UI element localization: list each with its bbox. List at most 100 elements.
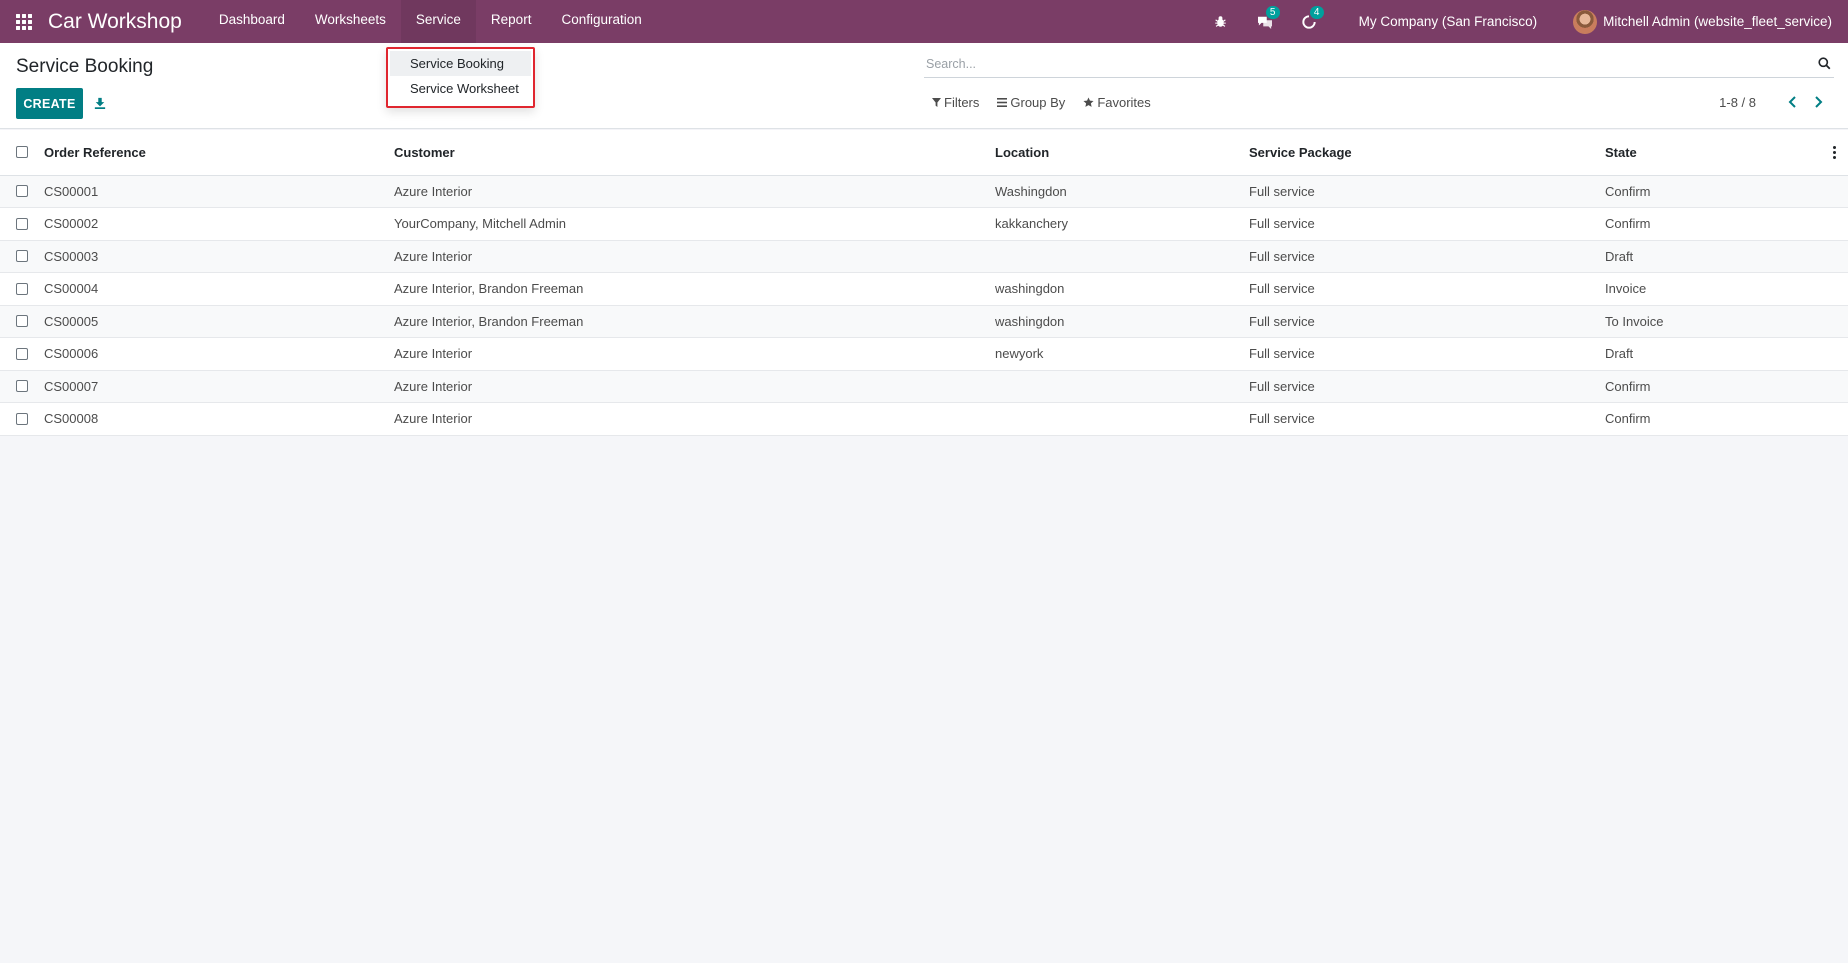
favorites-star-icon	[1083, 97, 1094, 107]
dropdown-item-service-booking[interactable]: Service Booking	[390, 51, 531, 76]
table-row[interactable]: CS00008 Azure Interior Full service Conf…	[0, 402, 1848, 436]
cell-order-reference: CS00005	[44, 305, 394, 338]
table-row[interactable]: CS00003 Azure Interior Full service Draf…	[0, 240, 1848, 273]
cell-service-package: Full service	[1249, 175, 1605, 208]
app-brand[interactable]: Car Workshop	[48, 10, 182, 34]
search-bar	[924, 50, 1834, 78]
cell-customer: Azure Interior	[394, 337, 995, 371]
page-title: Service Booking	[16, 56, 154, 77]
cell-location	[995, 370, 1249, 403]
row-checkbox[interactable]	[16, 185, 28, 198]
cell-order-reference: CS00006	[44, 337, 394, 371]
cell-state: Confirm	[1605, 370, 1820, 403]
cell-customer: Azure Interior, Brandon Freeman	[394, 305, 995, 338]
create-button[interactable]: CREATE	[16, 88, 83, 119]
table-row[interactable]: CS00005 Azure Interior, Brandon Freeman …	[0, 305, 1848, 338]
cell-state: Draft	[1605, 337, 1820, 371]
group-by-button[interactable]: Group By	[997, 95, 1065, 110]
table-row[interactable]: CS00001 Azure Interior Washingdon Full s…	[0, 175, 1848, 208]
menu-dashboard[interactable]: Dashboard	[204, 0, 300, 43]
pager-value[interactable]: 1-8 / 8	[1719, 95, 1756, 110]
cell-service-package: Full service	[1249, 240, 1605, 273]
cell-state: Confirm	[1605, 207, 1820, 241]
table-header-row: Order Reference Customer Location Servic…	[0, 130, 1848, 176]
service-booking-table: Order Reference Customer Location Servic…	[0, 130, 1848, 436]
header-location[interactable]: Location	[995, 130, 1249, 176]
cell-order-reference: CS00002	[44, 207, 394, 241]
cell-customer: Azure Interior	[394, 175, 995, 208]
cell-customer: Azure Interior	[394, 370, 995, 403]
user-name: Mitchell Admin (website_fleet_service)	[1603, 14, 1832, 29]
cell-service-package: Full service	[1249, 402, 1605, 436]
cell-service-package: Full service	[1249, 370, 1605, 403]
top-navbar: Car Workshop Dashboard Worksheets Servic…	[0, 0, 1848, 43]
cell-location	[995, 240, 1249, 273]
menu-configuration[interactable]: Configuration	[546, 0, 656, 43]
favorites-button[interactable]: Favorites	[1083, 95, 1151, 110]
company-switcher[interactable]: My Company (San Francisco)	[1359, 14, 1538, 29]
row-checkbox[interactable]	[16, 250, 28, 263]
header-customer[interactable]: Customer	[394, 130, 995, 176]
main-menu: Dashboard Worksheets Service Report Conf…	[204, 0, 657, 43]
filters-label: Filters	[944, 95, 980, 110]
activities-badge: 4	[1309, 5, 1324, 19]
kebab-menu-icon[interactable]	[1820, 145, 1848, 159]
select-all-cell	[0, 130, 44, 176]
header-order-reference[interactable]: Order Reference	[44, 130, 394, 176]
row-checkbox[interactable]	[16, 412, 28, 425]
cell-service-package: Full service	[1249, 272, 1605, 306]
cell-order-reference: CS00001	[44, 175, 394, 208]
search-options: Filters Group By Favorites	[932, 95, 1169, 110]
cell-order-reference: CS00004	[44, 272, 394, 306]
app-menu-grid-icon[interactable]	[16, 13, 34, 30]
export-download-icon[interactable]	[90, 93, 110, 113]
row-checkbox[interactable]	[16, 315, 28, 328]
cell-service-package: Full service	[1249, 305, 1605, 338]
group-by-bars-icon	[997, 98, 1008, 107]
debug-bug-icon[interactable]	[1211, 12, 1231, 32]
user-menu[interactable]: Mitchell Admin (website_fleet_service)	[1573, 9, 1832, 34]
dropdown-item-service-worksheet[interactable]: Service Worksheet	[390, 76, 531, 101]
menu-service[interactable]: Service	[400, 0, 476, 43]
control-panel: Service Booking CREATE Filters Group By …	[0, 43, 1848, 129]
group-by-label: Group By	[1010, 95, 1066, 110]
table-row[interactable]: CS00006 Azure Interior newyork Full serv…	[0, 337, 1848, 371]
cell-location	[995, 402, 1249, 436]
search-input[interactable]	[924, 56, 1814, 71]
list-view: Order Reference Customer Location Servic…	[0, 130, 1848, 436]
messages-chat-icon[interactable]: 5	[1255, 5, 1280, 32]
pager-previous-icon[interactable]	[1782, 92, 1802, 112]
menu-report[interactable]: Report	[476, 0, 547, 43]
cell-state: Confirm	[1605, 402, 1820, 436]
header-service-package[interactable]: Service Package	[1249, 130, 1605, 176]
optional-columns-toggle[interactable]	[1820, 130, 1848, 176]
cell-customer: Azure Interior	[394, 240, 995, 273]
cell-customer: YourCompany, Mitchell Admin	[394, 207, 995, 241]
messages-badge: 5	[1265, 5, 1280, 19]
table-row[interactable]: CS00007 Azure Interior Full service Conf…	[0, 370, 1848, 403]
filters-button[interactable]: Filters	[932, 95, 979, 110]
select-all-checkbox[interactable]	[16, 146, 28, 159]
row-checkbox[interactable]	[16, 347, 28, 360]
cell-state: To Invoice	[1605, 305, 1820, 338]
systray: 5 4 My Company (San Francisco) Mitchell …	[1199, 0, 1848, 43]
header-state[interactable]: State	[1605, 130, 1820, 176]
menu-worksheets[interactable]: Worksheets	[300, 0, 401, 43]
cell-order-reference: CS00007	[44, 370, 394, 403]
cell-location: newyork	[995, 337, 1249, 371]
cell-order-reference: CS00008	[44, 402, 394, 436]
row-checkbox[interactable]	[16, 380, 28, 393]
table-row[interactable]: CS00004 Azure Interior, Brandon Freeman …	[0, 272, 1848, 306]
service-dropdown-menu: Service Booking Service Worksheet	[386, 47, 535, 108]
table-row[interactable]: CS00002 YourCompany, Mitchell Admin kakk…	[0, 207, 1848, 241]
favorites-label: Favorites	[1097, 95, 1151, 110]
row-checkbox[interactable]	[16, 217, 28, 230]
search-icon[interactable]	[1814, 54, 1834, 74]
user-avatar	[1573, 9, 1598, 34]
row-checkbox[interactable]	[16, 282, 28, 295]
cell-location: washingdon	[995, 305, 1249, 338]
activities-clock-icon[interactable]: 4	[1299, 5, 1324, 32]
filter-funnel-icon	[932, 98, 941, 107]
cell-customer: Azure Interior	[394, 402, 995, 436]
pager-next-icon[interactable]	[1808, 92, 1828, 112]
